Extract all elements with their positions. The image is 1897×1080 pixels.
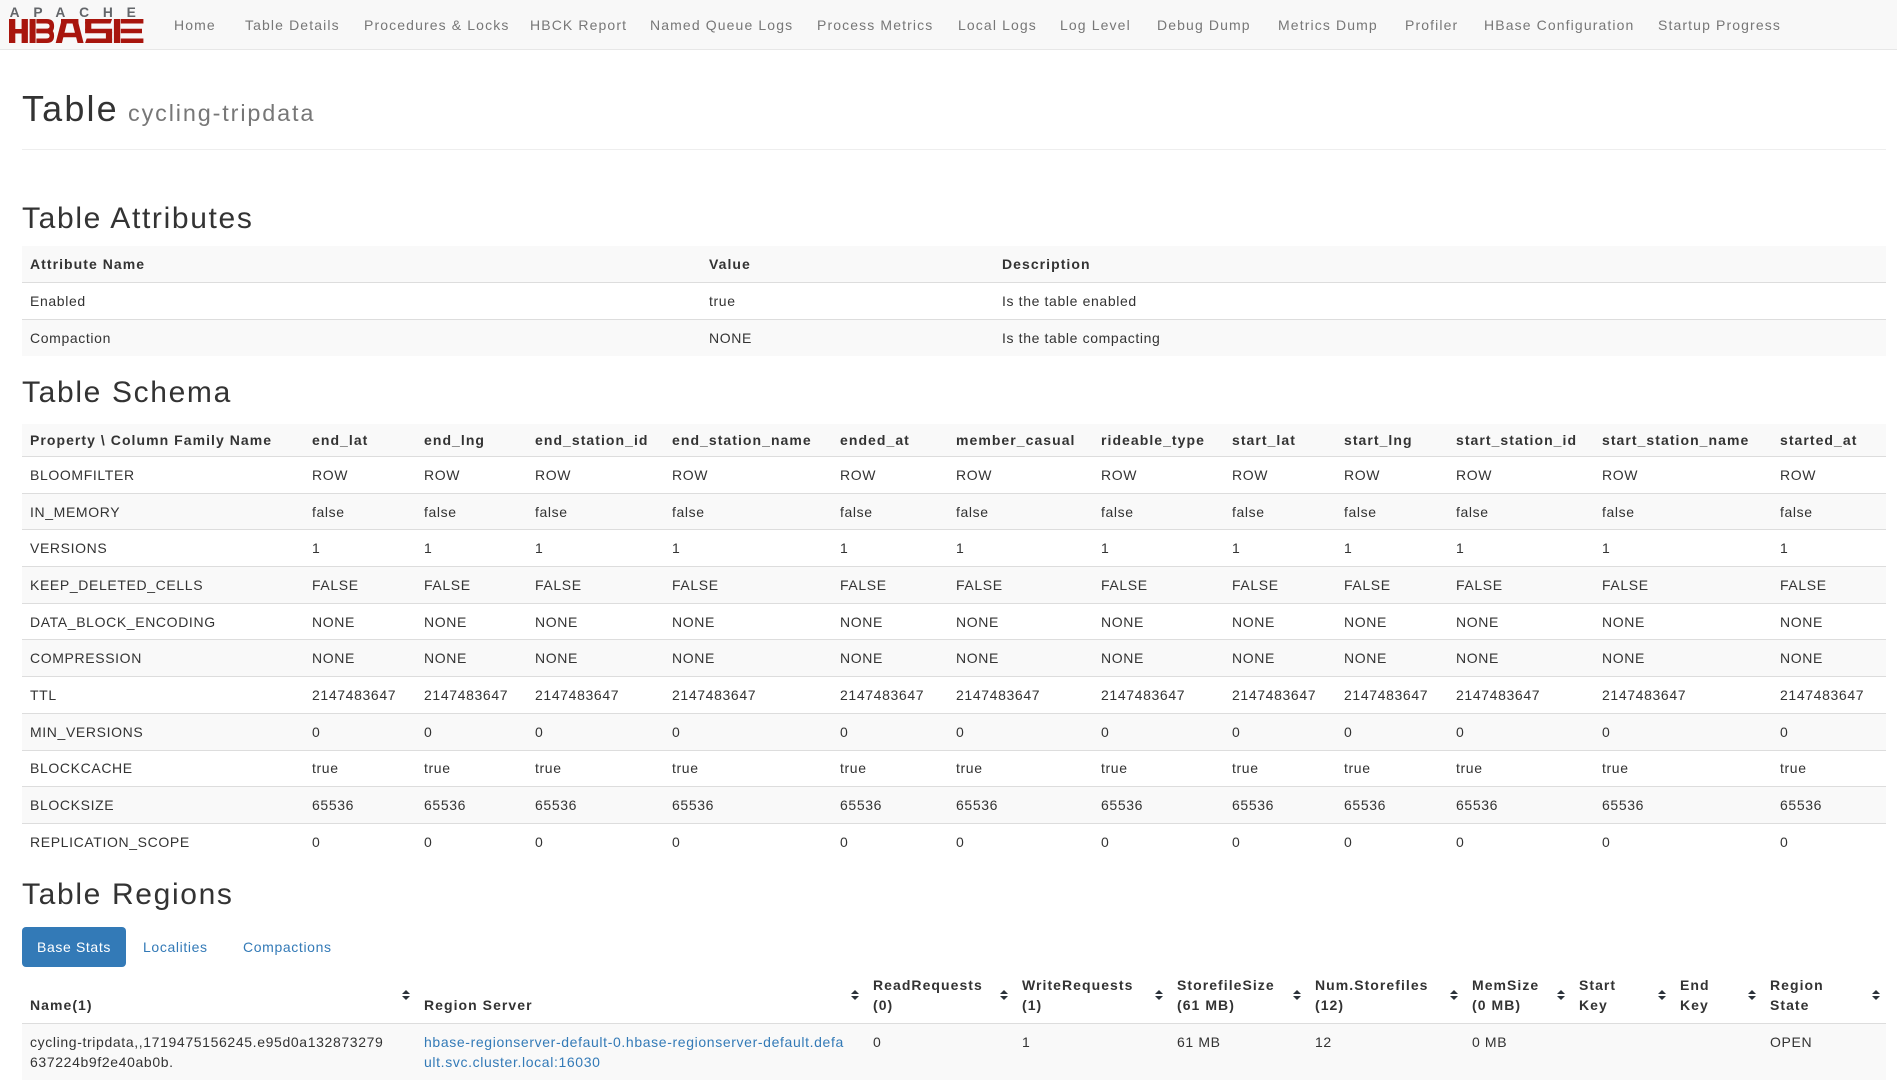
svg-text:APACHE: APACHE — [10, 6, 146, 20]
